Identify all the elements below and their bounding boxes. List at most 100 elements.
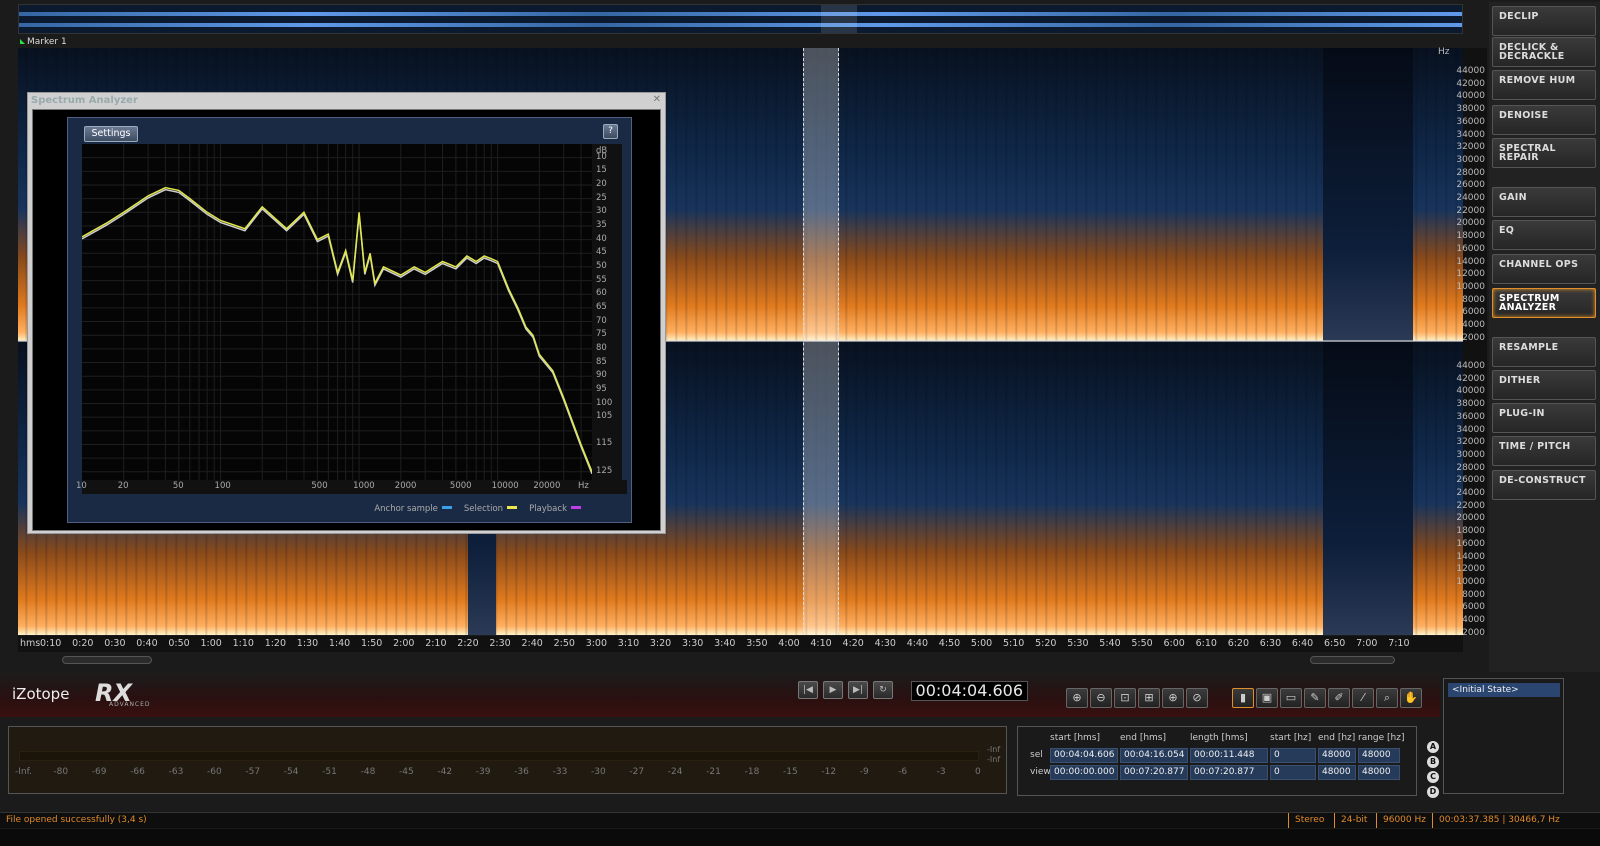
hz-tick: 18000 [1456, 526, 1485, 537]
snapshot-slot[interactable]: B [1427, 756, 1439, 768]
module-time-pitch[interactable]: TIME / PITCH [1492, 436, 1596, 466]
help-button[interactable]: ? [603, 124, 618, 139]
value-cell[interactable]: 48000 [1318, 765, 1356, 780]
status-channels: Stereo [1288, 813, 1324, 828]
module-eq[interactable]: EQ [1492, 220, 1596, 250]
value-cell[interactable]: 00:00:00.000 [1050, 765, 1118, 780]
value-cell[interactable]: 48000 [1318, 748, 1356, 763]
snapshot-slot[interactable]: C [1427, 771, 1439, 783]
value-cell[interactable]: 00:07:20.877 [1190, 765, 1268, 780]
zoom-reset-icon[interactable]: ⊘ [1186, 688, 1208, 708]
overview-view-region[interactable] [821, 5, 857, 33]
zoom-vertical-icon[interactable]: ⊕ [1162, 688, 1184, 708]
module-plug-in[interactable]: PLUG-IN [1492, 403, 1596, 433]
db-axis: dB 10 15 20 25 30 35 40 45 50 55 60 65 70 75 80 85 90 95 10… [592, 144, 622, 480]
zoom-slider[interactable] [62, 656, 152, 664]
marker-label[interactable]: Marker 1 [20, 37, 67, 47]
module-declip[interactable]: DECLIP [1492, 6, 1596, 36]
value-cell[interactable]: 00:04:04.606 [1050, 748, 1118, 763]
meter-tick: -80 [53, 767, 69, 777]
time-tick: 1:00 [200, 638, 222, 649]
history-item[interactable]: <Initial State> [1448, 683, 1560, 697]
freq-zoom-slider[interactable] [1310, 656, 1395, 664]
module-denoise[interactable]: DENOISE [1492, 105, 1596, 135]
value-cell[interactable]: 0 [1270, 765, 1316, 780]
value-cell[interactable]: 00:07:20.877 [1120, 765, 1188, 780]
freq-select-icon[interactable]: ▭ [1280, 688, 1302, 708]
time-tick: 3:30 [682, 638, 704, 649]
hz-tick: 20000 [533, 481, 561, 491]
lasso-icon[interactable]: ✎ [1304, 688, 1326, 708]
waveform-overview[interactable] [18, 4, 1463, 34]
db-tick: 30 [596, 206, 607, 217]
db-tick: 25 [596, 192, 607, 203]
time-tick: 6:30 [1259, 638, 1282, 649]
izotope-rx-logo: iZotope RX ADVANCED [12, 677, 162, 709]
hz-tick: 10000 [491, 481, 519, 491]
db-tick: 20 [596, 178, 607, 189]
time-tick: 2:30 [489, 638, 511, 649]
spectrum-analyzer-panel: Settings ? dB 10 15 20 25 30 35 40 45 50 55 60 65 70 7… [67, 117, 632, 523]
time-tick: 0:40 [136, 638, 158, 649]
undo-history: <Initial State> [1443, 678, 1564, 794]
meter-tick: -Inf. [15, 767, 32, 777]
time-selection[interactable] [803, 48, 839, 635]
hz-tick: 16000 [1456, 538, 1485, 549]
value-cell[interactable]: 00:04:16.054 [1120, 748, 1188, 763]
time-select-icon[interactable]: ▮ [1232, 688, 1254, 708]
module-remove-hum[interactable]: REMOVE HUM [1492, 70, 1596, 100]
db-tick: 70 [596, 315, 607, 326]
column-header: start [hz] [1270, 733, 1312, 743]
wand-icon[interactable]: ⁄ [1352, 688, 1374, 708]
loop-icon[interactable]: ↻ [873, 681, 893, 699]
hz-tick: 24000 [1456, 488, 1485, 498]
module-resample[interactable]: RESAMPLE [1492, 337, 1596, 367]
meter-tick: -33 [552, 767, 568, 777]
meter-tick: -54 [283, 767, 299, 777]
spectrum-plot[interactable] [81, 144, 593, 480]
value-cell[interactable]: 48000 [1358, 765, 1400, 780]
value-cell[interactable]: 48000 [1358, 748, 1400, 763]
play-icon[interactable]: ▶ [823, 681, 843, 699]
db-tick: 60 [596, 288, 607, 299]
brush-icon[interactable]: ✐ [1328, 688, 1350, 708]
zoom-fit-icon[interactable]: ⊞ [1138, 688, 1160, 708]
time-tick: 6:20 [1227, 638, 1250, 649]
hz-tick: 50 [172, 481, 184, 491]
box-select-icon[interactable]: ▣ [1256, 688, 1278, 708]
module-dither[interactable]: DITHER [1492, 370, 1596, 400]
value-cell[interactable]: 0 [1270, 748, 1316, 763]
module-spectral-repair[interactable]: SPECTRAL REPAIR [1492, 138, 1596, 168]
module-channel-ops[interactable]: CHANNEL OPS [1492, 254, 1596, 284]
meter-tick: -24 [667, 767, 683, 777]
meter-tick: -30 [591, 767, 606, 777]
spectrum-analyzer-body: Settings ? dB 10 15 20 25 30 35 40 45 50 55 60 65 70 7… [32, 109, 661, 531]
meter-tick: -6 [898, 767, 908, 777]
snapshot-slot[interactable]: A [1427, 741, 1439, 753]
module-de-construct[interactable]: DE-CONSTRUCT [1492, 470, 1596, 500]
zoom-in-icon[interactable]: ⊕ [1066, 688, 1088, 708]
time-tick: 2:10 [425, 638, 447, 649]
hz-axis: 10 20 50 100 500 1000 2000 5000 10000 20000 Hz [76, 480, 627, 494]
zoom-out-icon[interactable]: ⊖ [1090, 688, 1112, 708]
rewind-icon[interactable]: |◀ [798, 681, 818, 699]
zoom-selection-icon[interactable]: ⊡ [1114, 688, 1136, 708]
overview-wave-left [19, 12, 1462, 16]
module-declick-decrackle[interactable]: DECLICK & DECRACKLE [1492, 37, 1596, 67]
time-tick: 5:00 [970, 638, 993, 649]
legend-swatch [441, 506, 452, 509]
status-position: 00:03:37.385 | 30466,7 Hz [1432, 813, 1560, 828]
hz-tick: 2000 [394, 481, 417, 491]
module-spectrum-analyzer[interactable]: SPECTRUM ANALYZER [1492, 288, 1596, 318]
play-selection-icon[interactable]: ▶| [848, 681, 868, 699]
snapshot-slot[interactable]: D [1427, 786, 1439, 798]
hz-tick: 1000 [353, 481, 375, 491]
status-bitdepth: 24-bit [1334, 813, 1367, 828]
hand-icon[interactable]: ✋ [1400, 688, 1422, 708]
magnify-icon[interactable]: ⌕ [1376, 688, 1398, 708]
value-cell[interactable]: 00:00:11.448 [1190, 748, 1268, 763]
settings-button[interactable]: Settings [84, 126, 138, 142]
module-gain[interactable]: GAIN [1492, 187, 1596, 217]
close-icon[interactable]: ✕ [653, 94, 661, 105]
column-header: range [hz] [1358, 733, 1405, 743]
